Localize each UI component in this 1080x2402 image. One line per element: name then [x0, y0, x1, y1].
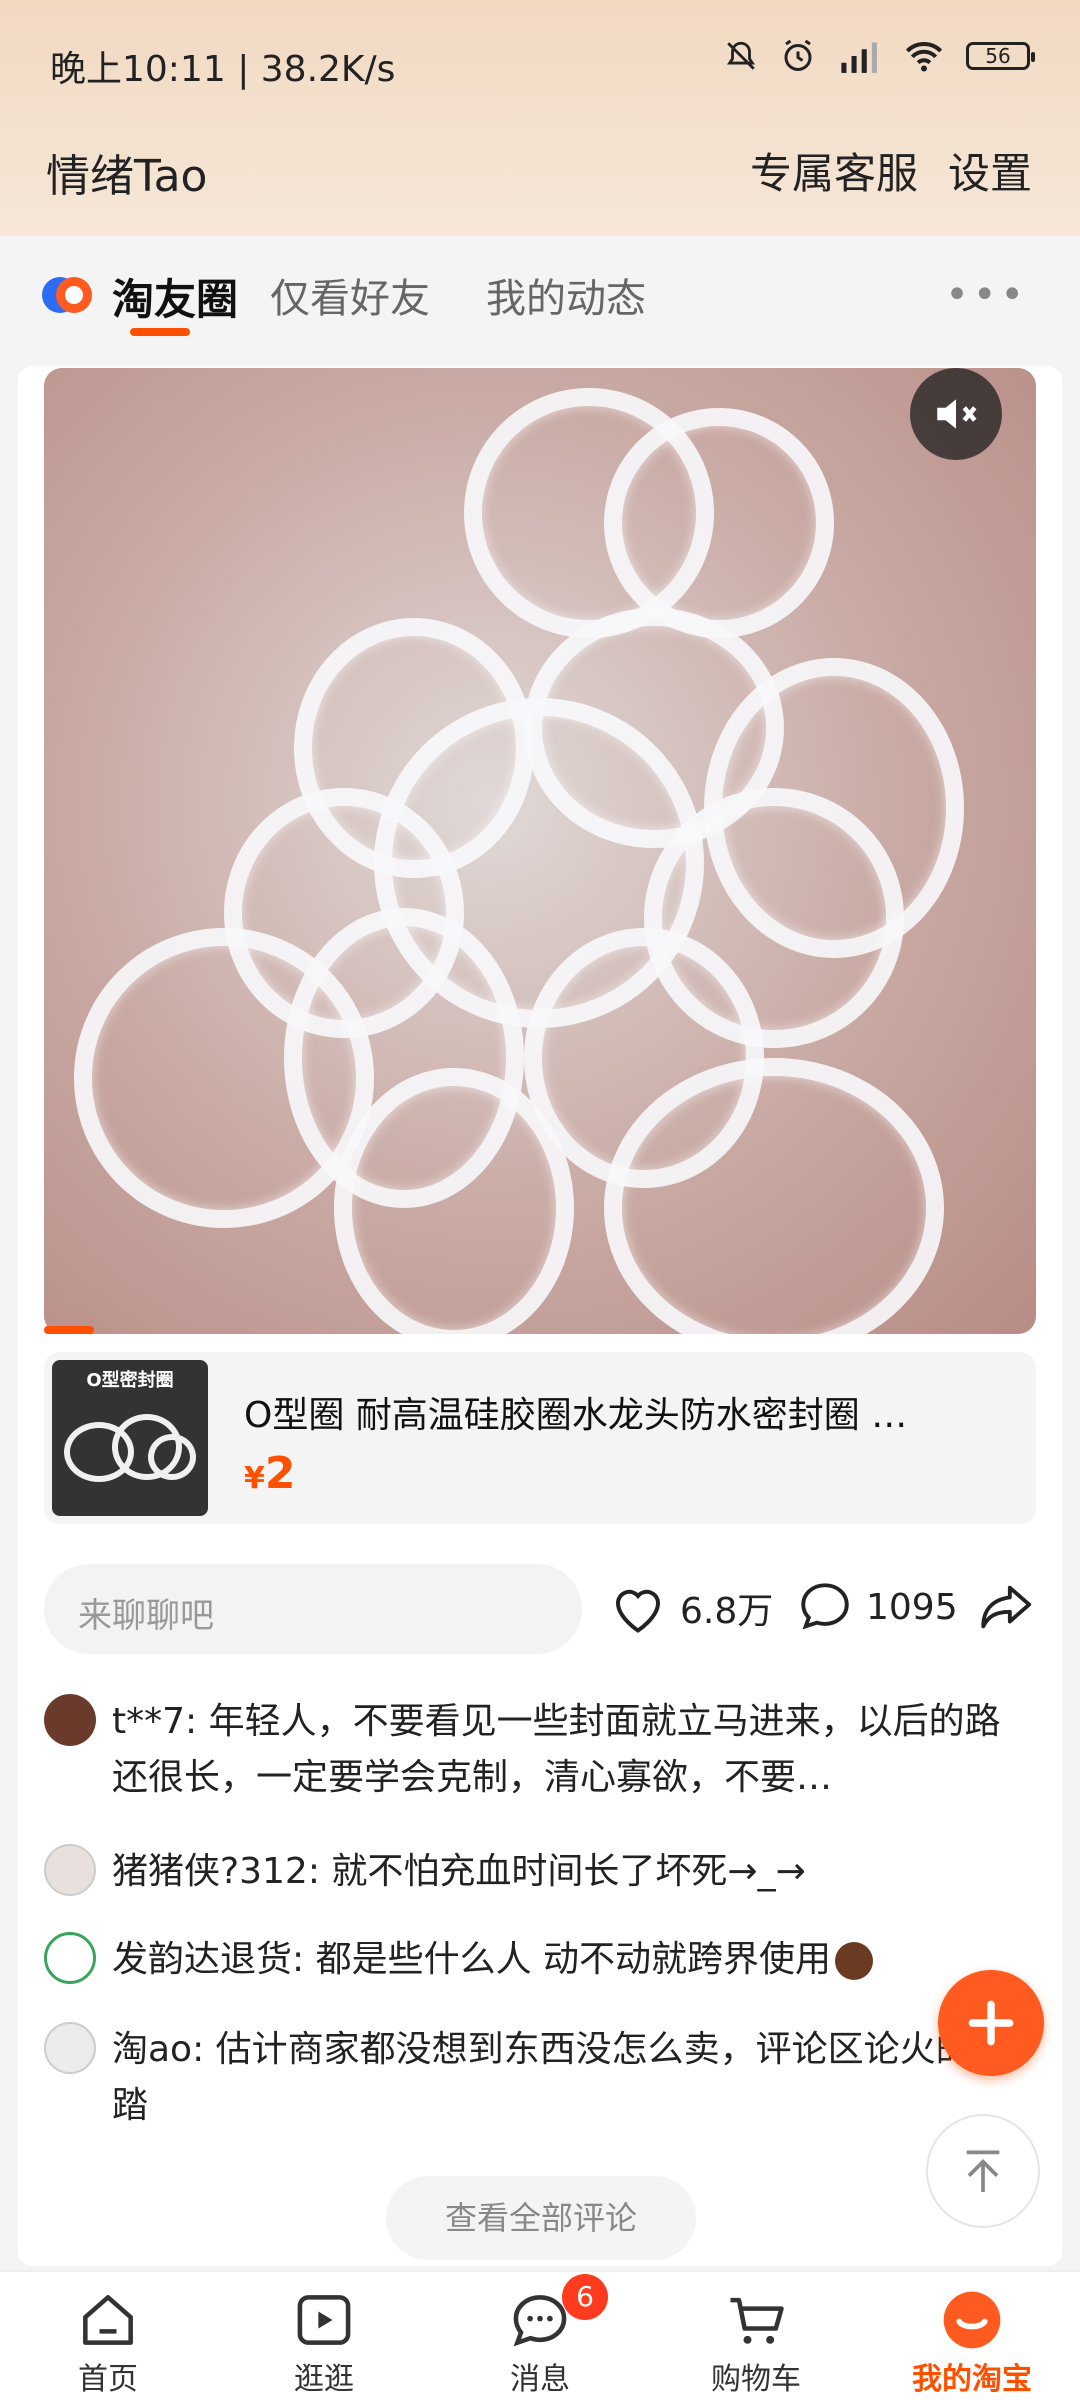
- comment-button[interactable]: 1095: [796, 1578, 958, 1636]
- comment-user: 猪猪侠?312: [112, 1851, 308, 1892]
- comment-count: 1095: [866, 1586, 958, 1628]
- avatar: [44, 1844, 96, 1896]
- alarm-icon: [784, 39, 812, 71]
- arrow-to-top-icon: [966, 2150, 1000, 2192]
- emoji-icon: [835, 1942, 874, 1980]
- comment-placeholder: 来聊聊吧: [78, 1596, 214, 1636]
- video-progress-bar: [44, 1326, 94, 1334]
- tab-browse[interactable]: 逛逛: [216, 2272, 432, 2402]
- comment-item[interactable]: 淘ao: 估计商家都没想到东西没怎么卖，评论区论火的一踏: [44, 2022, 1036, 2134]
- settings-link[interactable]: 设置: [948, 140, 1032, 201]
- bottom-tab-bar: 首页 逛逛 6 消息 购物车 我的淘宝: [0, 2270, 1080, 2402]
- battery-icon: 56: [966, 42, 1035, 70]
- price-currency: ¥: [244, 1461, 265, 1496]
- avatar: [44, 1694, 96, 1746]
- tab-friends-only[interactable]: 仅看好友: [270, 266, 430, 324]
- home-icon: [83, 2295, 133, 2345]
- status-icons: 56: [724, 38, 1035, 74]
- comment-input[interactable]: 来聊聊吧: [44, 1564, 582, 1654]
- tab-messages[interactable]: 6 消息: [432, 2272, 648, 2402]
- play-icon: [297, 2295, 351, 2345]
- speaker-muted-icon: [937, 399, 977, 429]
- product-price: ¥2: [244, 1448, 296, 1499]
- product-name: O型圈 耐高温硅胶圈水龙头防水密封圈 …: [244, 1395, 908, 1436]
- thumb-label: O型密封圈: [86, 1370, 174, 1391]
- comment-user: 发韵达退货: [112, 1939, 293, 1980]
- avatar: [44, 1932, 96, 1984]
- status-time: 晚上10:11 | 38.2K/s: [50, 49, 396, 90]
- taobao-face-icon: [943, 2291, 1001, 2349]
- product-card[interactable]: O型密封圈 O型圈 耐高温硅胶圈水龙头防水密封圈 … ¥2: [44, 1352, 1036, 1524]
- image-ring: [604, 408, 834, 638]
- plus-icon: [968, 2000, 1014, 2046]
- heart-icon: [615, 1589, 661, 1633]
- tab-my-posts[interactable]: 我的动态: [486, 266, 646, 324]
- tab-label: 购物车: [711, 2362, 801, 2397]
- mute-bell-icon: [727, 41, 755, 70]
- comment-item[interactable]: 猪猪侠?312: 就不怕充血时间长了坏死→_→: [44, 1844, 1036, 1900]
- tab-taoyouquan[interactable]: 淘友圈: [112, 266, 238, 327]
- comment-text: t**7: 年轻人，不要看见一些封面就立马进来，以后的路还很长，一定要学会克制，…: [112, 1701, 1001, 1798]
- comment-user: t**7: [112, 1701, 186, 1742]
- comment-text: 发韵达退货: 都是些什么人 动不动就跨界使用: [112, 1932, 1032, 1988]
- customer-service-link[interactable]: 专属客服: [750, 140, 918, 201]
- avatar: [44, 2022, 96, 2074]
- wifi-icon: [905, 42, 943, 72]
- page-title: 情绪Tao: [46, 151, 208, 202]
- tab-label: 消息: [510, 2362, 570, 2397]
- signal-icon: [841, 42, 877, 73]
- taoyouquan-logo-icon: [42, 277, 92, 313]
- price-value: 2: [264, 1448, 296, 1499]
- status-bar: 晚上10:11 | 38.2K/s 56: [0, 0, 1080, 126]
- more-options-icon[interactable]: •••: [945, 272, 1028, 318]
- tab-home[interactable]: 首页: [0, 2272, 216, 2402]
- thumb-ring: [148, 1434, 196, 1480]
- comment-item[interactable]: 发韵达退货: 都是些什么人 动不动就跨界使用: [44, 1932, 1036, 1988]
- tab-my-taobao[interactable]: 我的淘宝: [864, 2272, 1080, 2402]
- header-actions: 专属客服 设置: [750, 140, 1032, 201]
- share-icon: [981, 1585, 1032, 1629]
- comment-item[interactable]: t**7: 年轻人，不要看见一些封面就立马进来，以后的路还很长，一定要学会克制，…: [44, 1694, 1036, 1806]
- comment-user: 淘ao: [112, 2029, 193, 2070]
- like-count: 6.8万: [680, 1591, 774, 1632]
- tab-label: 逛逛: [294, 2362, 354, 2397]
- comment-text: 淘ao: 估计商家都没想到东西没怎么卖，评论区论火的一踏: [112, 2029, 1008, 2126]
- create-post-button[interactable]: [938, 1970, 1044, 2076]
- comment-body: 就不怕充血时间长了坏死→_→: [331, 1851, 806, 1892]
- comment-body: 年轻人，不要看见一些封面就立马进来，以后的路还很长，一定要学会克制，清心寡欲，不…: [112, 1701, 1001, 1798]
- like-button[interactable]: 6.8万: [608, 1578, 773, 1638]
- comment-text: 猪猪侠?312: 就不怕充血时间长了坏死→_→: [112, 1851, 806, 1892]
- tab-label: 首页: [78, 2362, 138, 2397]
- mute-toggle-button[interactable]: [910, 368, 1002, 460]
- tab-label: 我的淘宝: [912, 2362, 1032, 2397]
- comment-body: 估计商家都没想到东西没怎么卖，评论区论火的一踏: [112, 2029, 1008, 2126]
- comment-body: 都是些什么人 动不动就跨界使用: [315, 1939, 832, 1980]
- share-button[interactable]: [976, 1578, 1034, 1636]
- view-all-comments-button[interactable]: 查看全部评论: [386, 2176, 696, 2260]
- interaction-row: 来聊聊吧 6.8万 1095: [44, 1564, 1036, 1654]
- product-thumbnail: O型密封圈: [52, 1360, 208, 1516]
- unread-badge: 6: [562, 2274, 608, 2320]
- cart-icon: [730, 2297, 784, 2344]
- comment-bubble-icon: [801, 1583, 849, 1630]
- tab-cart[interactable]: 购物车: [648, 2272, 864, 2402]
- video-player[interactable]: [44, 368, 1036, 1334]
- image-ring: [604, 1058, 944, 1334]
- back-to-top-button[interactable]: [926, 2114, 1040, 2228]
- active-tab-indicator: [130, 328, 190, 336]
- image-ring: [334, 1068, 574, 1334]
